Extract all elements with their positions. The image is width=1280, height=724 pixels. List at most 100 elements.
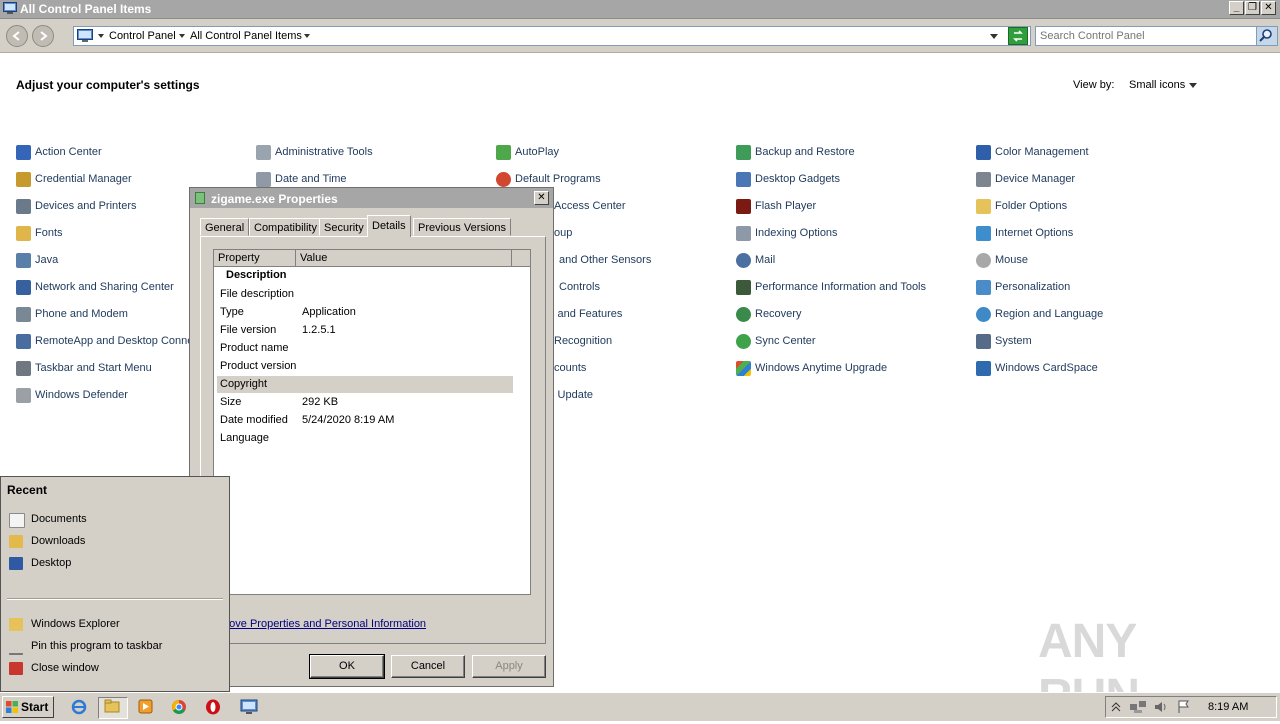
chrome-icon	[172, 700, 186, 714]
system-icon	[976, 334, 991, 349]
tools-icon	[256, 145, 271, 160]
apply-button[interactable]: Apply	[472, 655, 546, 678]
opera-icon	[206, 699, 220, 715]
dialog-close-button[interactable]: ✕	[534, 191, 549, 205]
detail-row[interactable]: Type Application	[217, 304, 513, 321]
folder-icon	[976, 199, 991, 214]
flag-icon	[16, 145, 31, 160]
start-button[interactable]: Start	[2, 696, 54, 718]
opera-taskbar-button[interactable]	[202, 697, 226, 719]
defender-icon	[16, 388, 31, 403]
system-tray	[1105, 696, 1277, 718]
forward-button[interactable]	[32, 25, 54, 47]
sync-icon	[736, 334, 751, 349]
detail-row[interactable]: Product version	[217, 358, 513, 375]
explorer-taskbar-button[interactable]	[98, 697, 128, 719]
show-hidden-icons-icon[interactable]	[1111, 701, 1121, 713]
detail-row[interactable]: Product name	[217, 340, 513, 357]
close-window-button[interactable]: ✕	[1261, 1, 1276, 15]
view-by-dropdown[interactable]: Small icons	[1129, 79, 1185, 91]
address-history-dropdown-icon[interactable]	[990, 34, 998, 39]
remove-properties-link[interactable]: move Properties and Personal Information	[220, 618, 426, 630]
control-panel-taskbar-button[interactable]	[236, 697, 264, 719]
restore-button[interactable]: ❐	[1245, 1, 1260, 15]
search-box[interactable]	[1035, 26, 1258, 46]
window-title-bar: All Control Panel Items _ ❐ ✕	[0, 0, 1280, 19]
jump-list-divider	[7, 598, 223, 600]
detail-row[interactable]: File version 1.2.5.1	[217, 322, 513, 339]
recovery-icon	[736, 307, 751, 322]
backup-icon	[736, 145, 751, 160]
breadcrumb-control-panel[interactable]: Control Panel	[109, 30, 176, 42]
view-by-dropdown-arrow-icon[interactable]	[1189, 83, 1197, 88]
detail-row[interactable]: Language	[217, 430, 513, 447]
cancel-button[interactable]: Cancel	[391, 655, 465, 678]
action-center-flag-icon[interactable]	[1177, 700, 1191, 714]
network-icon	[16, 280, 31, 295]
fonts-folder-icon	[16, 226, 31, 241]
recent-heading: Recent	[7, 483, 48, 497]
breadcrumb-all-items[interactable]: All Control Panel Items	[190, 30, 302, 42]
default-programs-icon	[496, 172, 511, 187]
search-button[interactable]	[1256, 26, 1278, 46]
search-icon	[1259, 29, 1272, 42]
detail-row[interactable]: Size 292 KB	[217, 394, 513, 411]
page-title: Adjust your computer's settings	[16, 78, 200, 92]
taskbar-jump-list: Recent Documents Downloads Desktop Windo…	[0, 476, 230, 692]
back-button[interactable]	[6, 25, 28, 47]
detail-row-selected[interactable]: Copyright	[217, 376, 513, 393]
detail-row[interactable]: File description	[217, 286, 513, 303]
properties-dialog: zigame.exe Properties ✕ General Compatib…	[189, 187, 554, 687]
windows-logo-icon	[736, 361, 751, 376]
control-panel-taskbar-icon	[240, 699, 258, 714]
control-panel-small-icon	[77, 29, 93, 42]
crumb-separator-icon[interactable]	[304, 34, 310, 38]
ok-button[interactable]: OK	[309, 654, 385, 679]
dialog-title-bar: zigame.exe Properties ✕	[190, 188, 553, 208]
documents-icon	[9, 513, 25, 528]
performance-icon	[736, 280, 751, 295]
internet-explorer-icon	[71, 699, 87, 715]
column-property[interactable]: Property	[214, 250, 296, 266]
windows-flag-icon	[6, 701, 18, 713]
taskbar-clock[interactable]: 8:19 AM	[1208, 701, 1248, 713]
mail-icon	[736, 253, 751, 268]
crumb-separator-icon[interactable]	[98, 34, 104, 38]
tab-details[interactable]: Details	[367, 215, 411, 237]
list-header: Property Value	[214, 250, 530, 267]
folder-icon	[104, 699, 120, 713]
address-toolbar: Control Panel All Control Panel Items	[0, 19, 1280, 53]
tab-previous-versions[interactable]: Previous Versions	[413, 218, 512, 236]
refresh-icon	[1013, 30, 1023, 42]
address-bar[interactable]: Control Panel All Control Panel Items	[73, 26, 1031, 46]
phone-icon	[16, 307, 31, 322]
personalization-icon	[976, 280, 991, 295]
internet-explorer-taskbar-button[interactable]	[68, 697, 92, 719]
device-manager-icon	[976, 172, 991, 187]
detail-row[interactable]: Date modified 5/24/2020 8:19 AM	[217, 412, 513, 429]
globe-icon	[976, 307, 991, 322]
dialog-title: zigame.exe Properties	[211, 192, 338, 206]
vault-icon	[16, 172, 31, 187]
details-list[interactable]: Property Value Description File descript…	[213, 249, 531, 595]
forward-arrow-icon	[40, 31, 48, 41]
group-description: Description	[226, 269, 287, 281]
minimize-button[interactable]: _	[1229, 1, 1244, 15]
chrome-taskbar-button[interactable]	[168, 697, 192, 719]
tab-security[interactable]: Security	[319, 218, 369, 236]
printer-icon	[16, 199, 31, 214]
search-input[interactable]	[1040, 29, 1236, 43]
crumb-separator-icon[interactable]	[179, 34, 185, 38]
indexing-icon	[736, 226, 751, 241]
java-icon	[16, 253, 31, 268]
tab-compatibility[interactable]: Compatibility	[249, 218, 322, 236]
desktop-icon	[9, 557, 23, 570]
cardspace-icon	[976, 361, 991, 376]
refresh-button[interactable]	[1008, 27, 1028, 45]
media-player-taskbar-button[interactable]	[134, 697, 158, 719]
flash-icon	[736, 199, 751, 214]
volume-icon[interactable]	[1153, 700, 1169, 714]
column-value[interactable]: Value	[296, 250, 512, 266]
tab-general[interactable]: General	[200, 218, 250, 236]
network-tray-icon[interactable]	[1129, 700, 1147, 714]
